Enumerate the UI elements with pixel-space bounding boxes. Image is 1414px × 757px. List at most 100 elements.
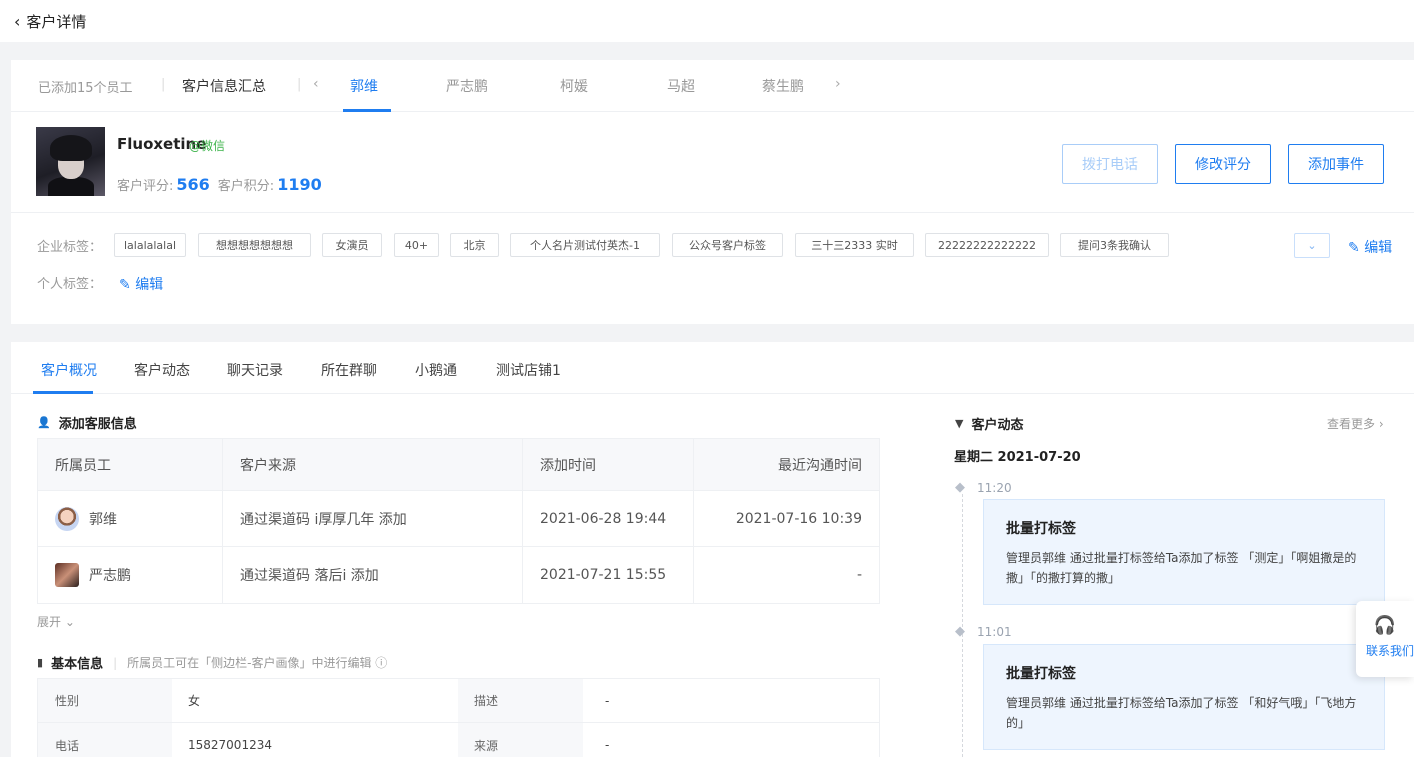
employee-cell: 郭维 — [38, 491, 223, 546]
employee-tab-3[interactable]: 马超 — [667, 76, 695, 96]
service-section-title: 👤 添加客服信息 — [37, 416, 137, 432]
expand-link[interactable]: 展开 ⌄ — [37, 613, 75, 630]
employee-cell: 严志鹏 — [38, 547, 223, 603]
tag: 提问3条我确认 — [1060, 233, 1169, 257]
tag: 想想想想想想想 — [198, 233, 311, 257]
employee-tabs: 已添加15个员工 | 客户信息汇总 | ‹ 郭维 严志鹏 柯媛 马超 蔡生鹏 › — [11, 60, 1414, 112]
top-bar: ‹ 客户详情 — [0, 0, 1414, 42]
column-header: 客户来源 — [223, 439, 523, 490]
event-title: 批量打标签 — [1006, 521, 1076, 537]
user-icon: 👤 — [37, 416, 51, 429]
employee-tab-2[interactable]: 柯媛 — [560, 76, 588, 96]
event-time: ◆ 11:01 — [955, 624, 1012, 639]
edit-personal-tags-link[interactable]: ✎ 编辑 — [119, 274, 163, 294]
employee-tab-0[interactable]: 郭维 — [350, 76, 378, 96]
field-value: - — [605, 738, 610, 752]
basic-info-section-title: ▮ 基本信息 | 所属员工可在「侧边栏-客户画像」中进行编辑 ⓘ — [37, 656, 388, 672]
bookmark-icon: ▮ — [37, 656, 44, 669]
employee-tab-1[interactable]: 严志鹏 — [446, 76, 488, 96]
tag: 三十三2333 实时 — [795, 233, 914, 257]
customer-card: 已添加15个员工 | 客户信息汇总 | ‹ 郭维 严志鹏 柯媛 马超 蔡生鹏 ›… — [11, 60, 1414, 324]
main-tabs: 客户概况 客户动态 聊天记录 所在群聊 小鹅通 测试店铺1 — [11, 342, 1414, 394]
field-label: 性别 — [38, 679, 172, 722]
added-employees-count: 已添加15个员工 — [38, 81, 133, 96]
points-value: 1190 — [277, 175, 322, 194]
score-value: 566 — [176, 175, 210, 194]
customer-summary-tab[interactable]: 客户信息汇总 — [182, 76, 266, 96]
tag: 40+ — [394, 233, 439, 257]
tag: 女演员 — [322, 233, 382, 257]
info-row: 性别 女 描述 - — [38, 679, 879, 723]
customer-score-line: 客户评分: 566 客户积分: 1190 — [117, 175, 330, 194]
points-label: 客户积分: — [217, 179, 275, 194]
tab-xiaoetong[interactable]: 小鹅通 — [415, 360, 457, 380]
page-title: 客户详情 — [26, 12, 87, 31]
chevron-down-icon: ⌄ — [64, 615, 75, 629]
call-button[interactable]: 拨打电话 — [1062, 144, 1158, 184]
detail-card: 客户概况 客户动态 聊天记录 所在群聊 小鹅通 测试店铺1 👤 添加客服信息 所… — [11, 342, 1414, 757]
edit-enterprise-tags-link[interactable]: ✎ 编辑 — [1348, 237, 1392, 257]
added-time-cell: 2021-06-28 19:44 — [523, 491, 694, 546]
headset-icon: 🎧 — [1373, 615, 1397, 636]
tab-groups[interactable]: 所在群聊 — [321, 360, 377, 380]
divider: | — [297, 77, 302, 92]
personal-tags-label: 个人标签： — [37, 277, 103, 292]
tab-test-shop[interactable]: 测试店铺1 — [496, 360, 561, 380]
expand-tags-chevron-icon[interactable]: ⌄ — [1294, 233, 1330, 258]
event-title: 批量打标签 — [1006, 666, 1076, 682]
column-header: 最近沟通时间 — [778, 457, 862, 474]
help-icon[interactable]: ⓘ — [375, 656, 387, 670]
field-value: - — [605, 693, 610, 708]
contact-us-button[interactable]: 🎧 联系我们 — [1356, 601, 1414, 677]
table-row: 严志鹏 通过渠道码 落后i 添加 2021-07-21 15:55 - — [38, 547, 879, 603]
pencil-icon: ✎ — [119, 277, 136, 293]
tags-section: 企业标签： lalalalalal 想想想想想想想 女演员 40+ 北京 个人名… — [11, 212, 1414, 322]
last-contact-cell: 2021-07-16 10:39 — [735, 510, 862, 527]
tag: 北京 — [450, 233, 499, 257]
view-more-link[interactable]: 查看更多 › — [1327, 415, 1384, 432]
customer-avatar — [36, 127, 105, 196]
score-label: 客户评分: — [117, 179, 174, 194]
field-value: 15827001234 — [188, 738, 272, 752]
tab-chat-history[interactable]: 聊天记录 — [227, 360, 283, 380]
basic-info-table: 性别 女 描述 - 电话 15827001234 来源 - — [37, 678, 880, 757]
active-employee-underline — [343, 109, 391, 112]
column-header: 所属员工 — [38, 439, 223, 490]
divider: | — [161, 77, 166, 92]
table-row: 郭维 通过渠道码 i厚厚几年 添加 2021-06-28 19:44 2021-… — [38, 491, 879, 547]
source-cell: 通过渠道码 i厚厚几年 添加 — [223, 491, 523, 546]
info-row: 电话 15827001234 来源 - — [38, 723, 879, 757]
prev-employee-icon[interactable]: ‹ — [313, 76, 319, 92]
tag-icon: ◆ — [955, 624, 965, 639]
employee-tab-4[interactable]: 蔡生鹏 — [762, 76, 804, 96]
tag-icon: ◆ — [955, 480, 965, 495]
event-description: 管理员郭维 通过批量打标签给Ta添加了标签 「测定」「啊姐撒是的撒」「的撒打算的… — [1006, 551, 1357, 585]
event-description: 管理员郭维 通过批量打标签给Ta添加了标签 「和好气哦」「飞地方的」 — [1006, 696, 1357, 730]
last-contact-cell: - — [856, 567, 862, 583]
add-event-button[interactable]: 添加事件 — [1288, 144, 1384, 184]
service-table: 所属员工 客户来源 添加时间 最近沟通时间 郭维 通过渠道码 i厚厚几年 添加 … — [37, 438, 880, 604]
contact-us-label: 联系我们 — [1366, 644, 1414, 658]
tag: 个人名片测试付英杰-1 — [510, 233, 660, 257]
tag: 22222222222222 — [925, 233, 1049, 257]
pencil-icon: ✎ — [1348, 240, 1365, 256]
customer-source-badge: @微信 — [189, 139, 226, 153]
basic-info-note: | 所属员工可在「侧边栏-客户画像」中进行编辑 ⓘ — [113, 656, 388, 670]
field-value: 女 — [188, 694, 201, 708]
enterprise-tags-label: 企业标签： — [37, 240, 103, 255]
tab-overview[interactable]: 客户概况 — [41, 360, 97, 380]
event-card[interactable]: 批量打标签 管理员郭维 通过批量打标签给Ta添加了标签 「和好气哦」「飞地方的」 — [983, 644, 1385, 750]
next-employee-icon[interactable]: › — [835, 76, 841, 92]
tab-activity[interactable]: 客户动态 — [134, 360, 190, 380]
avatar — [55, 563, 79, 587]
tag: 公众号客户标签 — [672, 233, 783, 257]
field-label: 电话 — [38, 723, 172, 757]
activity-section-title: ▼ 客户动态 — [955, 417, 1024, 433]
active-tab-underline — [33, 391, 93, 394]
avatar — [55, 506, 79, 531]
field-label: 描述 — [458, 679, 583, 722]
table-header-row: 所属员工 客户来源 添加时间 最近沟通时间 — [38, 439, 879, 491]
event-card[interactable]: 批量打标签 管理员郭维 通过批量打标签给Ta添加了标签 「测定」「啊姐撒是的撒」… — [983, 499, 1385, 605]
modify-score-button[interactable]: 修改评分 — [1175, 144, 1271, 184]
back-arrow-icon[interactable]: ‹ — [14, 12, 20, 31]
